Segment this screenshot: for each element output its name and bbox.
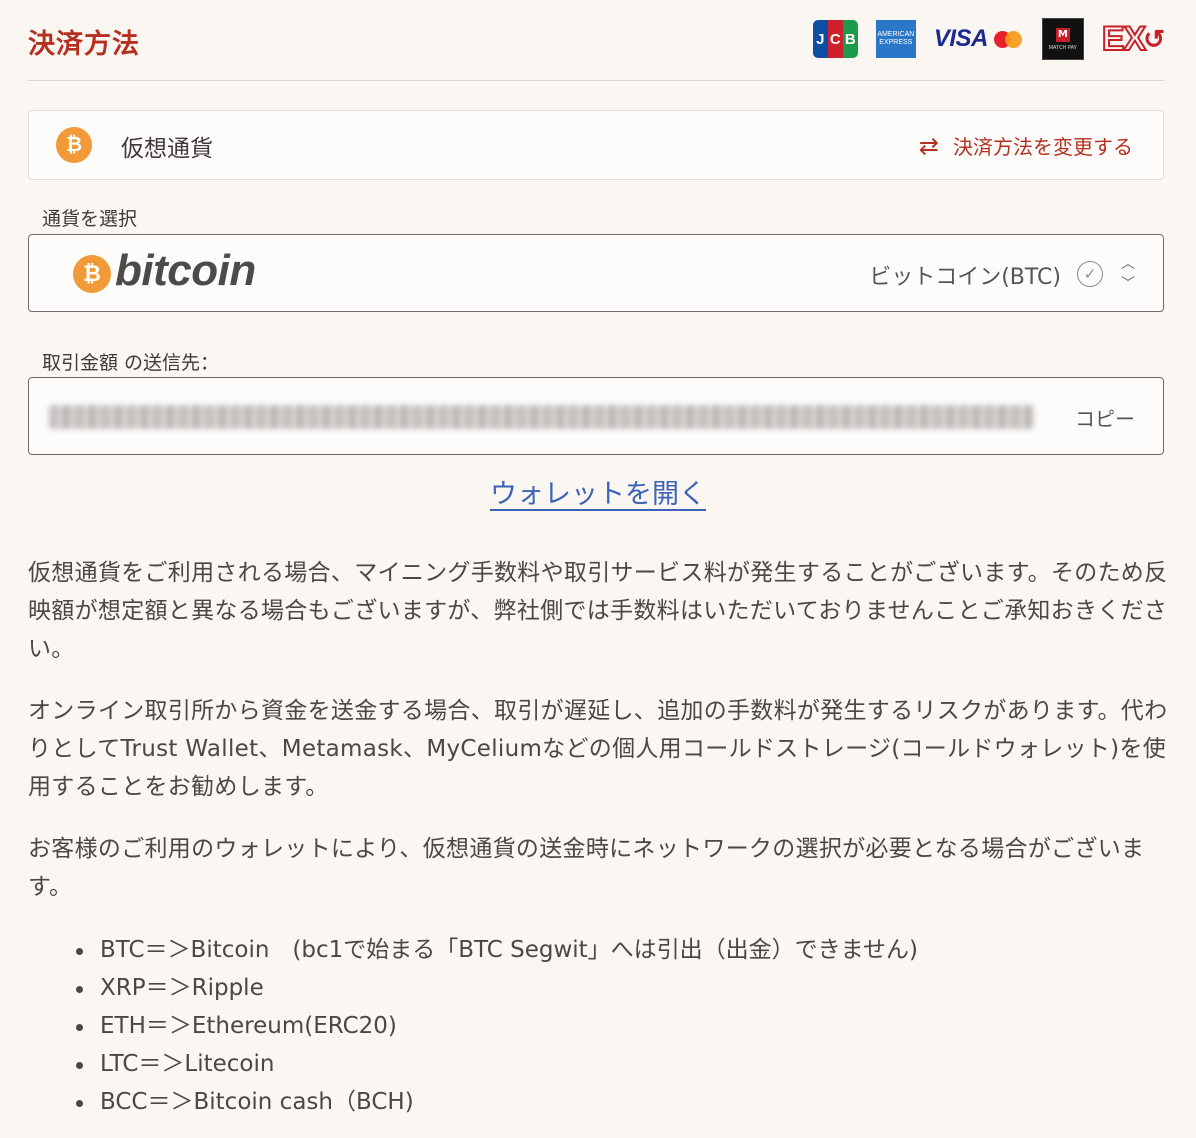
network-notice-paragraph: お客様のご利用のウォレットにより、仮想通貨の送金時にネットワークの選択が必要とな…	[28, 836, 1145, 900]
selected-currency: ビットコイン(BTC)	[869, 265, 1061, 290]
open-wallet-container: ウォレットを開く	[0, 472, 1196, 511]
wallet-address-field[interactable]: コピー	[28, 377, 1164, 455]
wallet-address-value	[49, 405, 1034, 429]
network-list: BTC＝＞Bitcoin (bc1で始まる「BTC Segwit」へは引出（出金…	[72, 931, 918, 1121]
address-label: 取引金額 の送信先：	[42, 352, 220, 374]
amex-logo: AMERICAN EXPRESS	[875, 20, 916, 58]
matchpay-mark: M	[1055, 27, 1070, 42]
bitcoin-logo-text: bitcoin	[115, 246, 256, 295]
open-wallet-link[interactable]: ウォレットを開く	[490, 479, 706, 510]
matchpay-logo: M MATCH PAY	[1041, 18, 1084, 60]
amex-text: AMERICAN	[877, 31, 915, 38]
amex-text: EXPRESS	[879, 39, 913, 46]
list-item: LTC＝＞Litecoin	[72, 1045, 918, 1083]
mastercard-orange-circle	[1004, 31, 1022, 48]
check-circle-icon: ✓	[1077, 261, 1103, 287]
change-payment-method-label: 決済方法を変更する	[953, 135, 1133, 159]
change-payment-method-link[interactable]: ⇄ 決済方法を変更する	[919, 131, 1133, 160]
header: 決済方法 J C B AMERICAN EXPRESS VISA M MATCH…	[28, 0, 1165, 81]
currency-select[interactable]: ₿ bitcoin ビットコイン(BTC) ✓ ︿ ﹀	[28, 234, 1164, 312]
fee-notice-paragraph: 仮想通貨をご利用される場合、マイニング手数料や取引サービス料が発生することがござ…	[28, 560, 1168, 662]
jcb-letter: B	[842, 20, 858, 58]
ex-arrow-icon: ↺	[1143, 23, 1165, 54]
payment-brand-logos: J C B AMERICAN EXPRESS VISA M MATCH PAY …	[812, 18, 1165, 60]
chevron-updown-icon: ︿ ﹀	[1121, 256, 1135, 292]
jcb-letter: C	[827, 20, 843, 58]
ex-text: EX	[1101, 19, 1147, 59]
visa-logo: VISA	[933, 25, 989, 52]
matchpay-text: MATCH PAY	[1048, 44, 1077, 51]
cold-wallet-paragraph: オンライン取引所から資金を送金する場合、取引が遅延し、追加の手数料が発生するリス…	[28, 698, 1168, 800]
mastercard-logo	[993, 29, 1024, 49]
list-item: XRP＝＞Ripple	[72, 969, 918, 1007]
jcb-logo: J C B	[812, 20, 858, 58]
payment-method-box: ₿ 仮想通貨 ⇄ 決済方法を変更する	[28, 110, 1164, 180]
list-item: BCC＝＞Bitcoin cash（BCH)	[72, 1083, 918, 1121]
payment-method-label: 仮想通貨	[121, 136, 213, 162]
jcb-letter: J	[812, 20, 828, 58]
currency-select-label: 通貨を選択	[42, 208, 138, 230]
list-item: ETH＝＞Ethereum(ERC20)	[72, 1007, 918, 1045]
swap-icon: ⇄	[918, 131, 939, 160]
bitcoin-logo-icon: ₿	[73, 255, 111, 293]
bitcoin-icon: ₿	[56, 127, 92, 163]
ex-logo: EX ↺	[1101, 19, 1165, 59]
page-title: 決済方法	[28, 29, 140, 60]
list-item: BTC＝＞Bitcoin (bc1で始まる「BTC Segwit」へは引出（出金…	[72, 931, 918, 969]
copy-button[interactable]: コピー	[1075, 403, 1135, 432]
